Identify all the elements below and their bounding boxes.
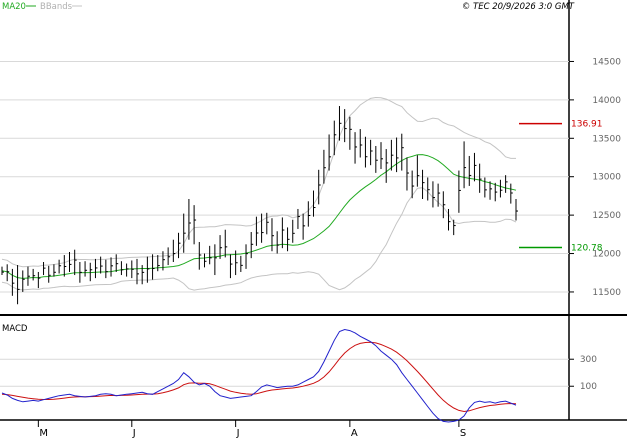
price-level-label: 136.91 bbox=[571, 120, 603, 130]
bbands-legend: BBands bbox=[40, 2, 73, 12]
time-tick-label: M bbox=[39, 428, 48, 439]
time-tick-label: S bbox=[460, 428, 466, 439]
macd-grid bbox=[0, 358, 569, 387]
time-tick-label: A bbox=[351, 428, 358, 439]
price-levels: 136.91 120.78 bbox=[519, 120, 603, 254]
time-axis-ticks: MJJAS bbox=[37, 420, 466, 439]
price-tick-label: 14000 bbox=[592, 96, 621, 106]
macd-tick-label: 100 bbox=[580, 382, 597, 392]
time-tick-label: J bbox=[236, 428, 240, 439]
macd-lines bbox=[1, 328, 517, 423]
upper-band bbox=[1, 96, 516, 268]
macd-axis-ticks: 100 300 bbox=[569, 355, 597, 392]
copyright-text: © TEC 20/9/2026 3:0 GMT bbox=[462, 2, 575, 12]
price-grid bbox=[0, 60, 569, 293]
price-tick-label: 12500 bbox=[592, 211, 621, 221]
macd-title: MACD bbox=[2, 324, 28, 334]
price-axis-ticks: 11500120001250013000135001400014500 bbox=[569, 57, 621, 298]
price-tick-label: 11500 bbox=[592, 288, 621, 298]
price-level-label: 120.78 bbox=[571, 244, 603, 254]
lower-band bbox=[1, 187, 517, 291]
bollinger-bands bbox=[1, 96, 517, 291]
macd-tick-label: 300 bbox=[580, 355, 597, 365]
time-tick-label: J bbox=[132, 428, 136, 439]
stock-chart: 11500120001250013000135001400014500 136.… bbox=[0, 0, 627, 439]
macd-line bbox=[1, 328, 517, 423]
signal-line bbox=[1, 341, 517, 413]
ma20-legend: MA20 bbox=[2, 2, 26, 12]
price-tick-label: 13500 bbox=[592, 134, 621, 144]
price-tick-label: 13000 bbox=[592, 173, 621, 183]
price-tick-label: 14500 bbox=[592, 57, 621, 67]
